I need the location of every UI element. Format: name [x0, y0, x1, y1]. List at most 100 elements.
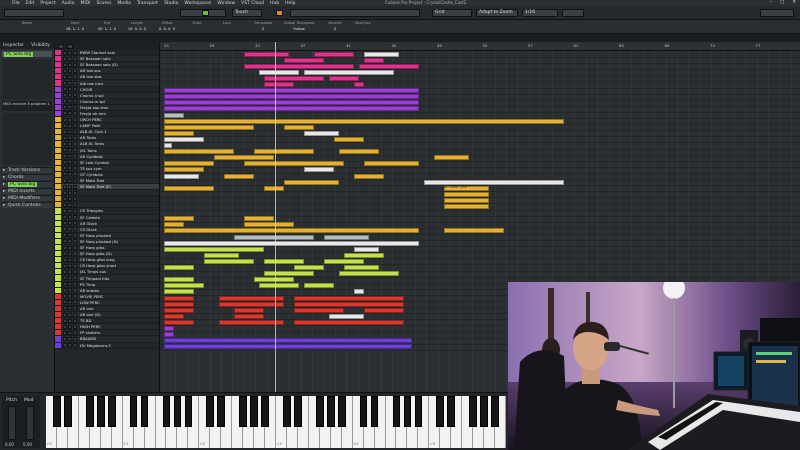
track-mute-button[interactable] [63, 202, 67, 207]
black-key[interactable] [96, 396, 105, 427]
track-record-button[interactable] [73, 276, 77, 281]
midi-part[interactable] [344, 265, 379, 270]
track-buttons[interactable] [63, 172, 77, 177]
track-mute-button[interactable] [63, 99, 67, 104]
track-buttons[interactable] [63, 221, 77, 226]
black-key[interactable] [53, 396, 61, 427]
info-field-root-key[interactable]: Root Key - [346, 21, 380, 31]
midi-part[interactable] [304, 130, 339, 136]
play-button[interactable] [202, 10, 209, 16]
track-name[interactable]: Freyja oop mm [80, 105, 108, 110]
midi-part[interactable] [244, 216, 274, 222]
track-solo-button[interactable] [68, 99, 72, 104]
midi-part[interactable] [264, 271, 314, 277]
track-buttons[interactable] [63, 184, 77, 189]
track-name[interactable]: AR snares [80, 288, 99, 293]
midi-part[interactable] [164, 216, 194, 222]
track-solo-button[interactable] [68, 251, 72, 256]
black-key[interactable] [64, 396, 72, 427]
track-mute-button[interactable] [63, 245, 67, 250]
track-solo-button[interactable] [68, 154, 72, 159]
midi-part[interactable] [164, 94, 419, 100]
track-mute-button[interactable] [63, 50, 67, 55]
midi-part[interactable] [444, 191, 489, 197]
track-mute-button[interactable] [63, 184, 67, 189]
midi-part[interactable] [364, 51, 399, 57]
track-record-button[interactable] [73, 111, 77, 116]
track-solo-button[interactable] [68, 245, 72, 250]
midi-part[interactable] [354, 289, 364, 295]
track-buttons[interactable] [63, 215, 77, 220]
black-key[interactable] [184, 396, 193, 427]
track-filter-button[interactable] [67, 43, 73, 49]
midi-part[interactable] [324, 234, 369, 240]
track-name[interactable]: TS sus cym [80, 166, 102, 171]
track-buttons[interactable] [63, 105, 77, 110]
black-key[interactable] [206, 396, 215, 427]
track-mute-button[interactable] [63, 111, 67, 116]
track-buttons[interactable] [63, 190, 77, 195]
black-key[interactable] [107, 396, 116, 427]
midi-part[interactable] [259, 283, 299, 289]
menu-item-hub[interactable]: Hub [270, 1, 279, 6]
midi-part[interactable] [364, 57, 384, 63]
track-buttons[interactable] [63, 62, 77, 67]
midi-part[interactable] [244, 63, 354, 69]
track-mute-button[interactable] [63, 178, 67, 183]
midi-part[interactable] [164, 240, 419, 246]
track-record-button[interactable] [73, 300, 77, 305]
track-mute-button[interactable] [63, 306, 67, 311]
track-record-button[interactable] [73, 330, 77, 335]
midi-part[interactable] [254, 149, 314, 155]
track-mute-button[interactable] [63, 239, 67, 244]
info-field-mute[interactable]: Mute [180, 21, 214, 27]
info-field-value[interactable]: - [346, 27, 380, 31]
midi-part[interactable] [364, 307, 404, 313]
track-name[interactable]: CS Triangles [80, 208, 103, 213]
tab-inspector[interactable]: Inspector [0, 42, 27, 49]
track-name[interactable]: SF Harp gliss [80, 245, 105, 250]
close-icon[interactable]: ✕ [792, 0, 796, 5]
midi-part[interactable] [164, 313, 184, 319]
track-mute-button[interactable] [63, 300, 67, 305]
track-mute-button[interactable] [63, 251, 67, 256]
track-buttons[interactable] [63, 166, 77, 171]
track-buttons[interactable] [63, 117, 77, 122]
track-buttons[interactable] [63, 129, 77, 134]
track-record-button[interactable] [73, 318, 77, 323]
midi-part[interactable] [294, 301, 404, 307]
track-buttons[interactable] [63, 68, 77, 73]
track-record-button[interactable] [73, 184, 77, 189]
midi-part[interactable] [359, 63, 419, 69]
black-key[interactable] [414, 396, 423, 427]
inspector-track-header[interactable]: PC Solo big [2, 51, 52, 57]
track-mute-button[interactable] [63, 56, 67, 61]
track-mute-button[interactable] [63, 276, 67, 281]
midi-part[interactable] [164, 106, 419, 112]
track-solo-button[interactable] [68, 93, 72, 98]
track-solo-button[interactable] [68, 50, 72, 55]
track-mute-button[interactable] [63, 148, 67, 153]
track-name[interactable]: SF Celeste [80, 215, 100, 220]
midi-part[interactable] [164, 289, 194, 295]
track-buttons[interactable] [63, 318, 77, 323]
track-solo-button[interactable] [68, 178, 72, 183]
track-record-button[interactable] [73, 269, 77, 274]
menu-item-audio[interactable]: Audio [62, 1, 75, 6]
track-record-button[interactable] [73, 123, 77, 128]
midi-part[interactable] [164, 246, 264, 252]
midi-part[interactable] [164, 173, 199, 179]
info-field-value[interactable]: Follow [282, 27, 316, 31]
track-solo-button[interactable] [68, 269, 72, 274]
inspector-section-midi-inserts[interactable]: MIDI Inserts [2, 188, 52, 195]
info-field-lock[interactable]: Lock [210, 21, 244, 27]
toolbar-left-buttons[interactable] [4, 9, 64, 17]
track-mute-button[interactable] [63, 227, 67, 232]
midi-part[interactable] [284, 57, 324, 63]
track-name[interactable]: AR one [80, 306, 94, 311]
track-mute-button[interactable] [63, 263, 67, 268]
track-mute-button[interactable] [63, 190, 67, 195]
menu-item-workspaces[interactable]: Workspaces [184, 1, 211, 6]
track-name[interactable]: ALB XL Cym 1 [80, 129, 107, 134]
track-solo-button[interactable] [68, 111, 72, 116]
